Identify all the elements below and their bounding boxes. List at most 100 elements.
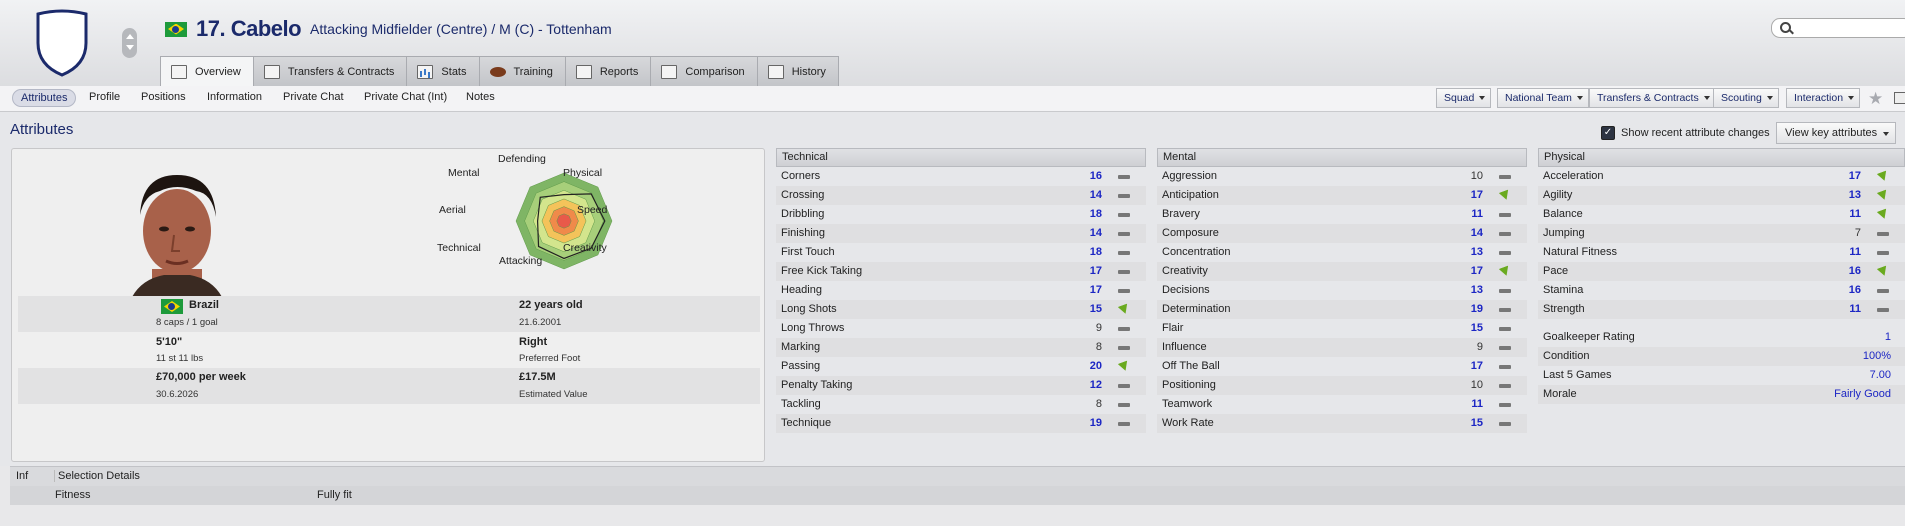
tab-training[interactable]: Training [478, 56, 566, 86]
column-inf[interactable]: Inf [16, 470, 28, 482]
age: 22 years old [519, 299, 583, 311]
national-team-dropdown[interactable]: National Team [1497, 88, 1589, 108]
tab-stats[interactable]: Stats [406, 56, 480, 86]
summary-name: Morale [1543, 388, 1577, 400]
stats-icon [417, 64, 434, 79]
subnav-attributes[interactable]: Attributes [12, 89, 77, 107]
table-row[interactable]: Fitness Fully fit [10, 486, 1905, 505]
attribute-value: 17 [1089, 265, 1102, 277]
mental-attribute-row[interactable]: Influence 9 [1157, 338, 1527, 357]
physical-attribute-row[interactable]: Jumping 7 [1538, 224, 1905, 243]
view-key-attributes-button[interactable]: View key attributes [1776, 122, 1897, 144]
mental-attribute-row[interactable]: Aggression 10 [1157, 167, 1527, 186]
arrow-up-icon[interactable] [125, 34, 134, 39]
subnav-private-chat[interactable]: Private Chat [283, 91, 344, 103]
column-selection-details[interactable]: Selection Details [54, 470, 140, 482]
tab-transfers-contracts[interactable]: Transfers & Contracts [252, 56, 408, 86]
estimated-value-label: Estimated Value [519, 389, 588, 400]
technical-attribute-row[interactable]: Technique 19 [776, 414, 1146, 433]
attribute-value: 8 [1095, 341, 1102, 353]
physical-attribute-row[interactable]: Acceleration 17 [1538, 167, 1905, 186]
physical-attribute-row[interactable]: Natural Fitness 11 [1538, 243, 1905, 262]
attribute-value: 12 [1089, 379, 1102, 391]
physical-attribute-row[interactable]: Stamina 16 [1538, 281, 1905, 300]
technical-attribute-row[interactable]: Tackling 8 [776, 395, 1146, 414]
trend-flat-icon [1118, 213, 1130, 217]
radar-label-attacking: Attacking [499, 255, 543, 267]
mental-attribute-row[interactable]: Bravery 11 [1157, 205, 1527, 224]
subnav-profile[interactable]: Profile [89, 91, 120, 103]
mental-attribute-row[interactable]: Teamwork 11 [1157, 395, 1527, 414]
physical-attribute-row[interactable]: Agility 13 [1538, 186, 1905, 205]
technical-attribute-row[interactable]: Dribbling 18 [776, 205, 1146, 224]
tab-reports[interactable]: Reports [564, 56, 652, 86]
checkbox-checked-icon[interactable]: ✓ [1601, 126, 1615, 140]
technical-attribute-row[interactable]: First Touch 18 [776, 243, 1146, 262]
mental-attribute-row[interactable]: Determination 19 [1157, 300, 1527, 319]
attribute-value: 14 [1089, 227, 1102, 239]
player-role[interactable]: Attacking Midfielder (Centre) / M (C) - … [310, 21, 612, 37]
summary-name: Goalkeeper Rating [1543, 331, 1635, 343]
mental-attribute-row[interactable]: Anticipation 17 [1157, 186, 1527, 205]
tab-label: Overview [195, 66, 241, 78]
attribute-value: 11 [1849, 208, 1861, 220]
mental-attribute-row[interactable]: Off The Ball 17 [1157, 357, 1527, 376]
trend-flat-icon [1118, 251, 1130, 255]
tab-overview[interactable]: Overview [160, 56, 254, 87]
technical-attribute-row[interactable]: Crossing 14 [776, 186, 1146, 205]
technical-attribute-row[interactable]: Long Throws 9 [776, 319, 1146, 338]
show-recent-changes-toggle[interactable]: ✓ Show recent attribute changes [1601, 126, 1770, 140]
attribute-name: Pace [1543, 265, 1569, 277]
selection-table-header: Inf Selection Details [10, 466, 1905, 487]
physical-attribute-row[interactable]: Balance 11 [1538, 205, 1905, 224]
trend-flat-icon [1499, 365, 1511, 369]
history-icon [767, 64, 784, 79]
technical-attribute-row[interactable]: Penalty Taking 12 [776, 376, 1146, 395]
attribute-name: Concentration [1162, 246, 1231, 258]
brazil-flag-icon [161, 299, 183, 314]
mental-attribute-row[interactable]: Decisions 13 [1157, 281, 1527, 300]
subnav-information[interactable]: Information [207, 91, 262, 103]
attribute-value: 13 [1470, 284, 1483, 296]
nationality[interactable]: Brazil [189, 299, 219, 311]
trend-flat-icon [1499, 384, 1511, 388]
squad-dropdown[interactable]: Squad [1436, 88, 1492, 108]
arrow-down-icon[interactable] [125, 45, 134, 50]
subnav-notes[interactable]: Notes [466, 91, 495, 103]
attribute-value: 15 [1089, 303, 1102, 315]
physical-attribute-row[interactable]: Strength 11 [1538, 300, 1905, 319]
technical-attribute-row[interactable]: Free Kick Taking 17 [776, 262, 1146, 281]
interaction-dropdown[interactable]: Interaction [1786, 88, 1861, 108]
physical-attribute-row[interactable]: Pace 16 [1538, 262, 1905, 281]
player-switch-arrows[interactable] [122, 28, 137, 58]
notes-icon[interactable] [1894, 92, 1905, 104]
mental-attribute-row[interactable]: Creativity 17 [1157, 262, 1527, 281]
subnav-private-chat-int[interactable]: Private Chat (Int) [364, 91, 447, 103]
scouting-dropdown[interactable]: Scouting [1713, 88, 1779, 108]
tab-comparison[interactable]: Comparison [650, 56, 758, 86]
technical-attribute-row[interactable]: Passing 20 [776, 357, 1146, 376]
attribute-value: 17 [1089, 284, 1102, 296]
technical-attribute-row[interactable]: Marking 8 [776, 338, 1146, 357]
tab-history[interactable]: History [756, 56, 839, 86]
trend-flat-icon [1877, 289, 1889, 293]
attribute-name: Long Shots [781, 303, 837, 315]
mental-attribute-row[interactable]: Composure 14 [1157, 224, 1527, 243]
subnav-positions[interactable]: Positions [141, 91, 186, 103]
star-icon[interactable]: ★ [1868, 89, 1883, 109]
attribute-name: Technique [781, 417, 832, 429]
mental-attribute-row[interactable]: Work Rate 15 [1157, 414, 1527, 433]
technical-attribute-row[interactable]: Corners 16 [776, 167, 1146, 186]
transfers-contracts-dropdown[interactable]: Transfers & Contracts [1589, 88, 1716, 108]
mental-attribute-row[interactable]: Flair 15 [1157, 319, 1527, 338]
mental-attribute-row[interactable]: Concentration 13 [1157, 243, 1527, 262]
technical-attribute-row[interactable]: Heading 17 [776, 281, 1146, 300]
technical-attribute-row[interactable]: Long Shots 15 [776, 300, 1146, 319]
search-input[interactable] [1771, 18, 1905, 38]
summary-value: 1 [1884, 331, 1891, 343]
weight: 11 st 11 lbs [156, 353, 204, 364]
physical-header: Physical [1538, 148, 1905, 167]
mental-attribute-row[interactable]: Positioning 10 [1157, 376, 1527, 395]
technical-attribute-row[interactable]: Finishing 14 [776, 224, 1146, 243]
attribute-value: 15 [1470, 322, 1483, 334]
